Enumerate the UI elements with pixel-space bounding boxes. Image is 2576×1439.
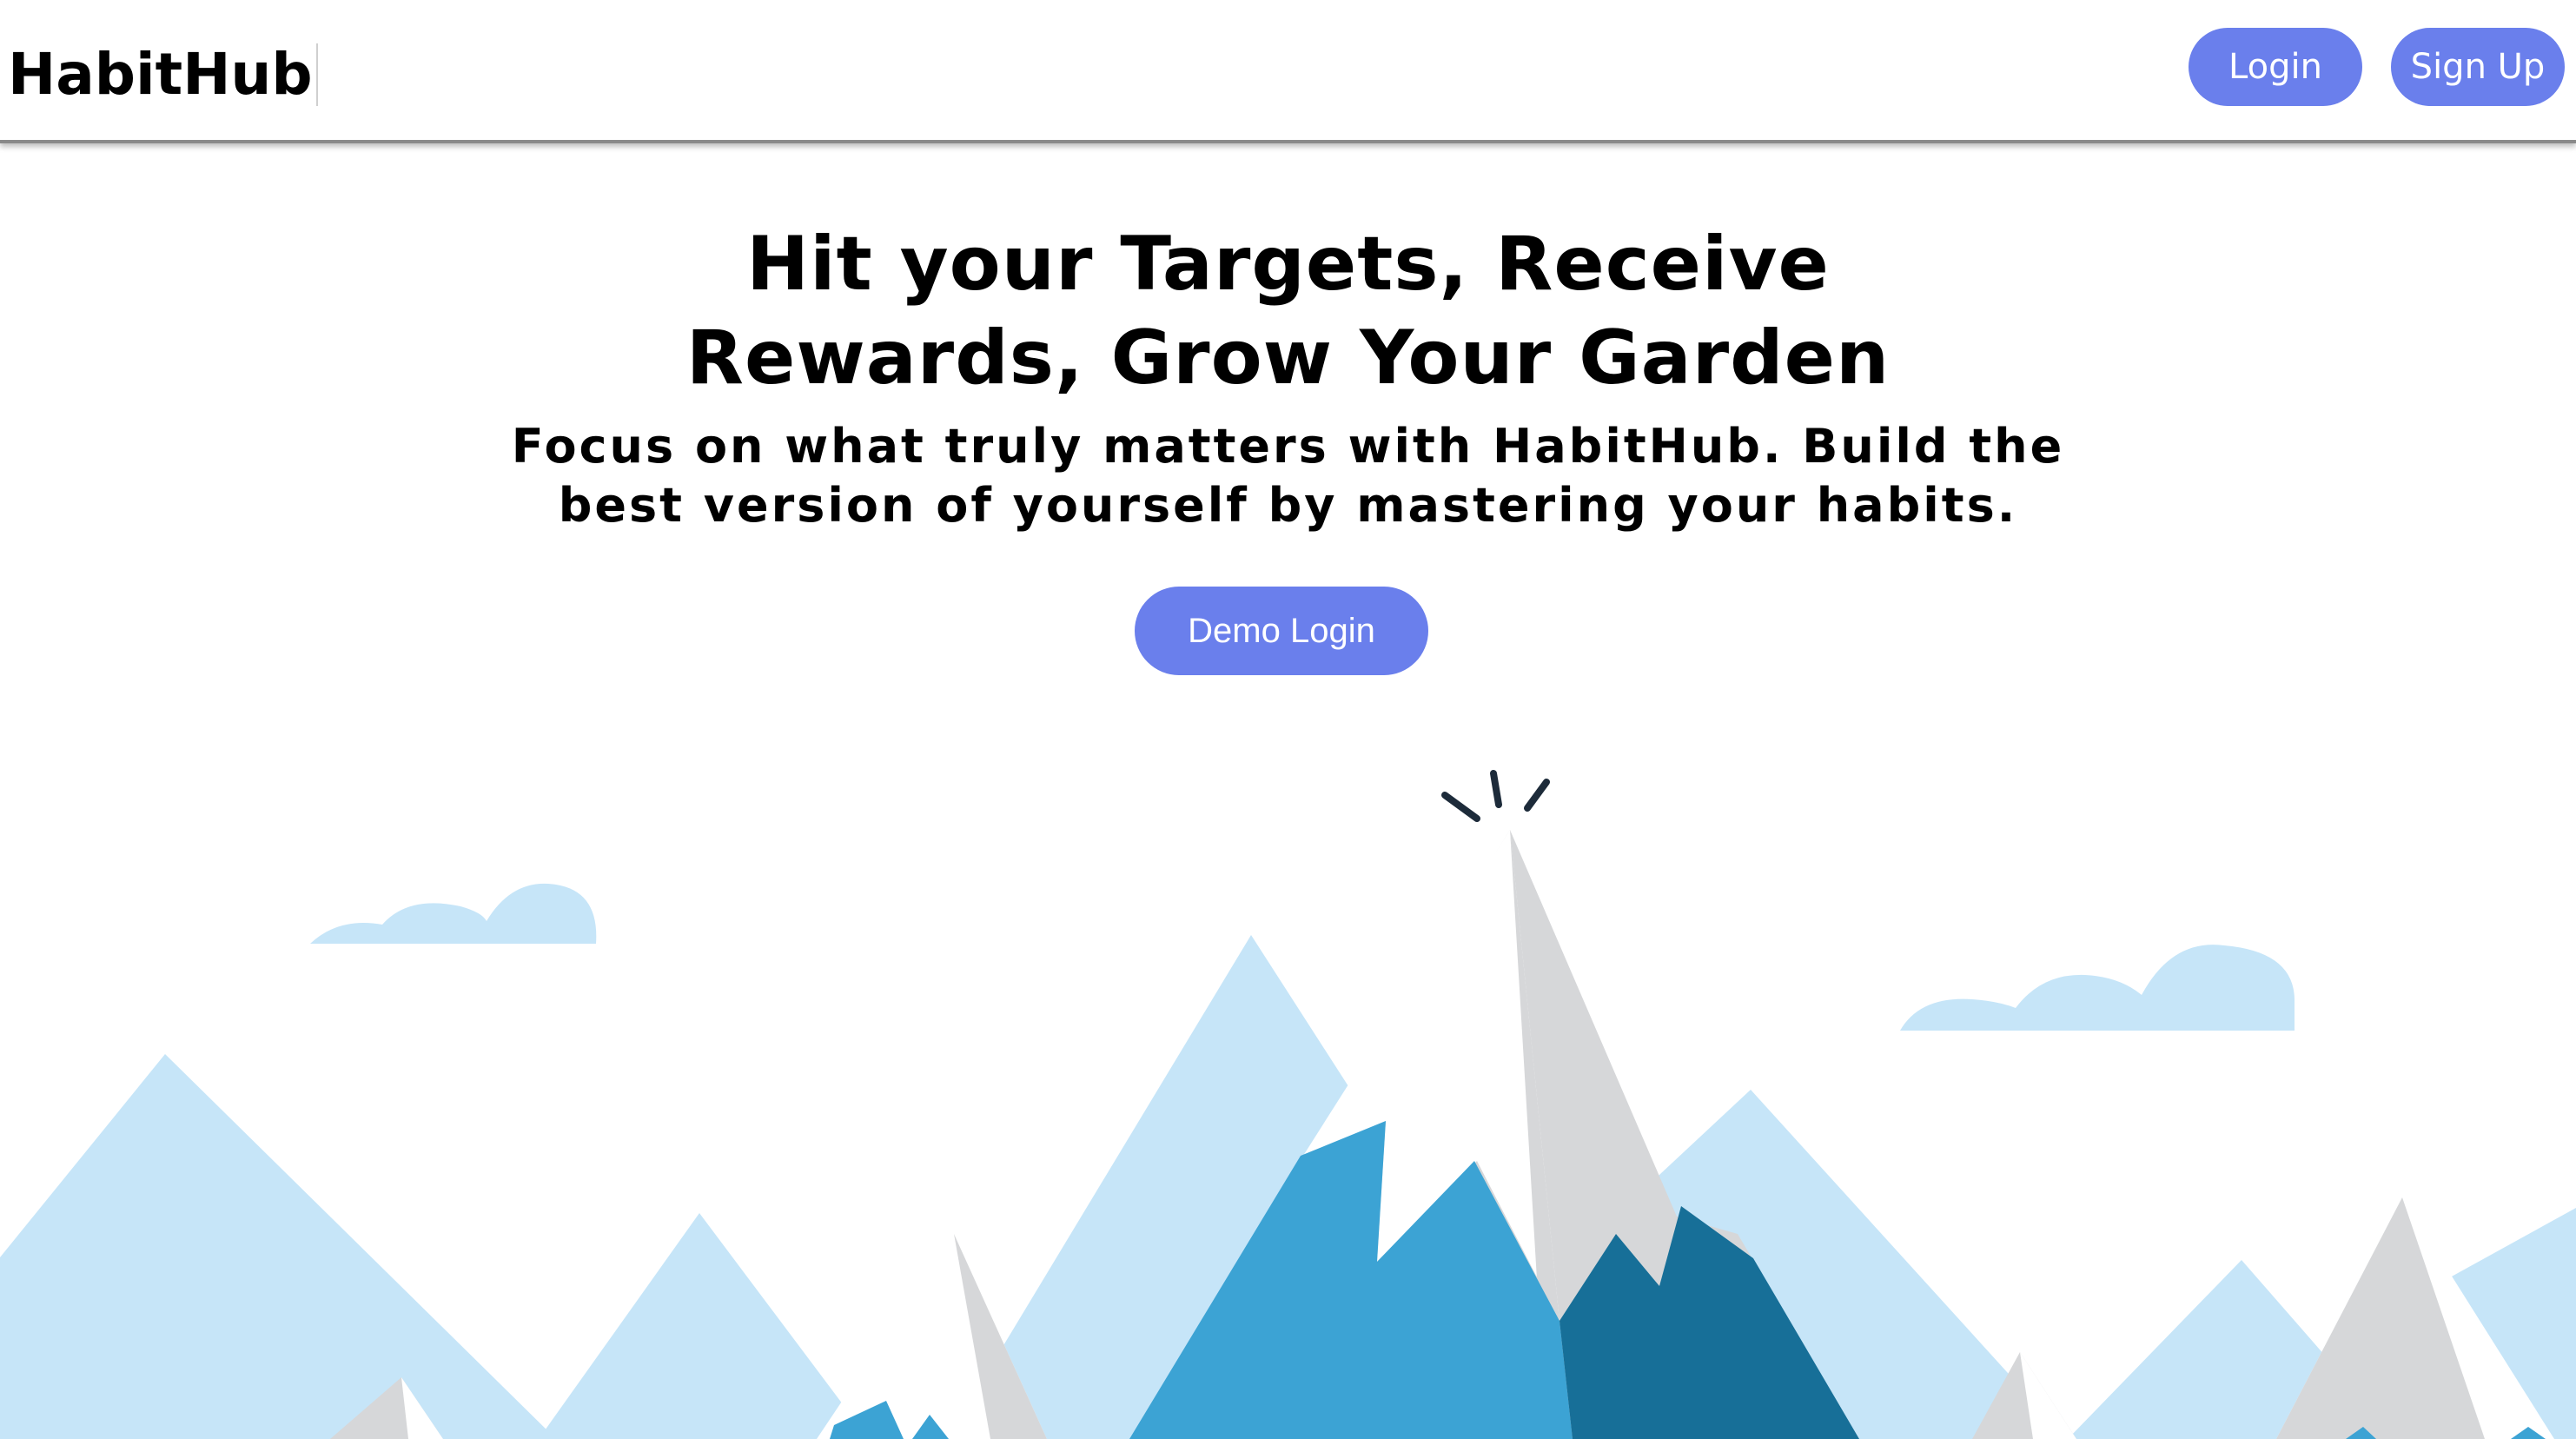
- logo[interactable]: HabitHub: [8, 43, 318, 106]
- hero-subheading-line2: best version of yourself by mastering yo…: [558, 478, 2018, 533]
- hero-headline-line2: Rewards, Grow Your Garden: [685, 315, 1891, 401]
- cloud-right: [1900, 945, 2295, 1031]
- hero-subheading-line1: Focus on what truly matters with HabitHu…: [511, 419, 2065, 474]
- hero-headline: Hit your Targets, Receive Rewards, Grow …: [0, 217, 2576, 405]
- cloud-left: [310, 883, 597, 944]
- hero-headline-line1: Hit your Targets, Receive: [746, 221, 1830, 308]
- signup-button[interactable]: Sign Up: [2391, 28, 2565, 106]
- login-button[interactable]: Login: [2189, 28, 2362, 106]
- mountain-illustration: [0, 770, 2576, 1439]
- top-navbar: HabitHub Login Sign Up: [0, 0, 2576, 143]
- peak-sparkle-icon: [1441, 770, 1550, 822]
- hero-subheading: Focus on what truly matters with HabitHu…: [0, 417, 2576, 535]
- demo-login-button[interactable]: Demo Login: [1135, 587, 1428, 675]
